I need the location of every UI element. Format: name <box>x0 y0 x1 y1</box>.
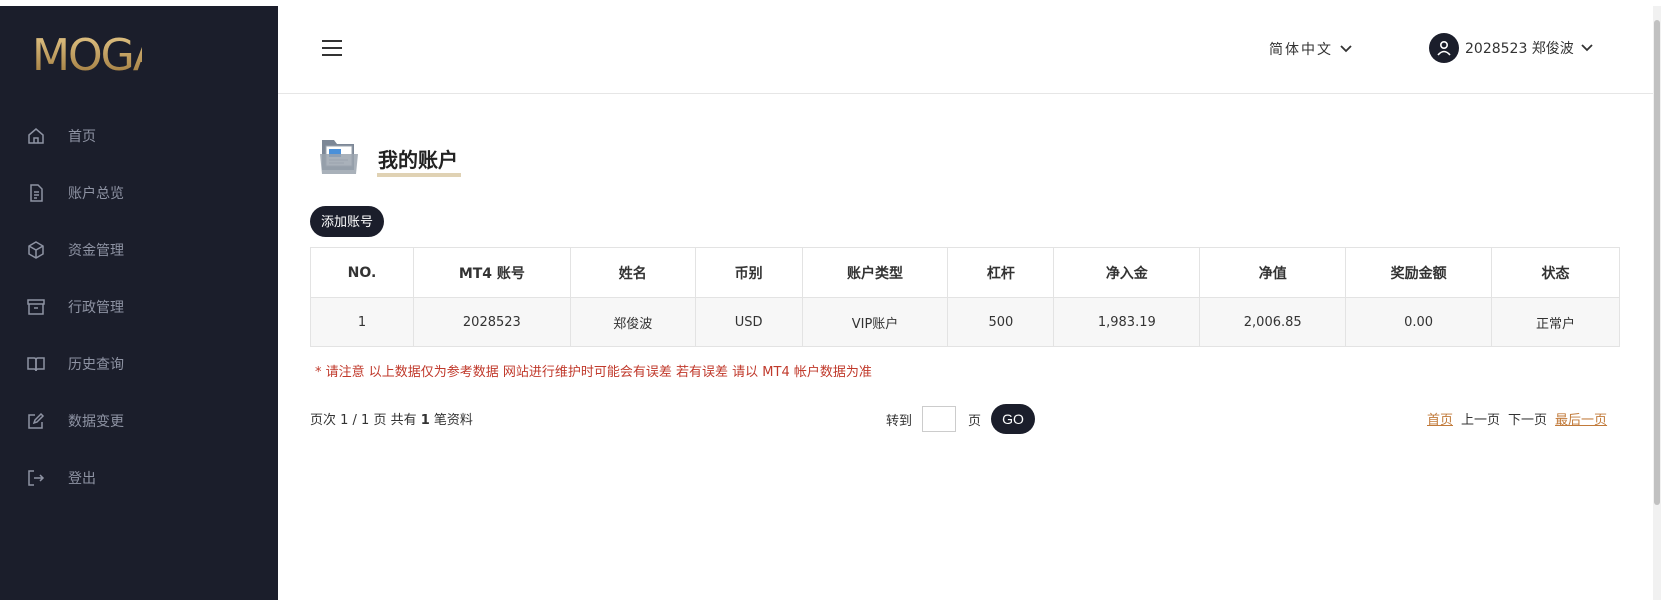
column-header: NO. <box>310 247 414 298</box>
table-cell: USD <box>694 297 803 347</box>
table-cell: 郑俊波 <box>569 297 696 347</box>
archive-icon <box>26 297 46 317</box>
document-icon <box>26 183 46 203</box>
pager-total: 1 <box>420 413 430 428</box>
first-page-link[interactable]: 首页 <box>1427 409 1453 428</box>
add-account-button[interactable]: 添加账号 <box>310 206 385 237</box>
pager-info-suffix: 笔资料 <box>433 413 473 428</box>
table-row: 1 2028523 郑俊波 USD VIP账户 500 1,983.19 2,0… <box>310 297 1620 347</box>
sidebar-item-data-change[interactable]: 数据变更 <box>0 401 278 441</box>
table-header-row: NO. MT4 账号 姓名 币别 账户类型 杠杆 净入金 净值 奖励金额 状态 <box>310 247 1620 298</box>
pager-info: 页次 1 / 1 页 共有 1 笔资料 <box>310 409 473 428</box>
column-header: 净入金 <box>1053 247 1201 298</box>
page-number-input[interactable] <box>922 406 957 432</box>
table-cell: 1,983.19 <box>1053 297 1201 347</box>
sidebar-item-label: 资金管理 <box>68 243 124 259</box>
sidebar-item-history[interactable]: 历史查询 <box>0 344 278 384</box>
sidebar-item-label: 行政管理 <box>68 300 124 316</box>
column-header: 姓名 <box>569 247 696 298</box>
home-icon <box>26 126 46 146</box>
title-underline <box>377 173 461 177</box>
sidebar-item-logout[interactable]: 登出 <box>0 458 278 498</box>
sidebar-item-label: 首页 <box>68 129 96 145</box>
goto-label: 转到 <box>886 413 913 429</box>
table-cell: 正常户 <box>1491 297 1620 347</box>
go-button[interactable]: GO <box>991 404 1036 434</box>
edit-icon <box>26 411 46 431</box>
disclaimer-note: * 请注意 以上数据仅为参考数据 网站进行维护时可能会有误差 若有误差 请以 M… <box>315 365 872 380</box>
moga-logo[interactable]: MOGA <box>32 28 165 81</box>
sidebar-item-label: 登出 <box>68 471 96 487</box>
table-cell: 2,006.85 <box>1199 297 1347 347</box>
scrollbar-thumb[interactable] <box>1654 20 1660 505</box>
sidebar-item-label: 数据变更 <box>68 414 124 430</box>
column-header: 状态 <box>1491 247 1620 298</box>
page-jump: 转到 页 GO <box>886 404 1036 434</box>
page-word: 页 <box>968 413 982 429</box>
top-header: 简体中文 2028523 郑俊波 <box>278 6 1653 94</box>
column-header: 杠杆 <box>947 247 1055 298</box>
user-avatar-icon <box>1429 33 1459 63</box>
column-header: 净值 <box>1199 247 1347 298</box>
table-cell: 500 <box>947 297 1055 347</box>
next-page-link[interactable]: 下一页 <box>1508 409 1547 428</box>
language-selector[interactable]: 简体中文 <box>1269 39 1353 59</box>
sidebar-item-account-overview[interactable]: 账户总览 <box>0 173 278 213</box>
menu-toggle-icon[interactable] <box>322 40 342 58</box>
table-cell: 2028523 <box>412 297 571 347</box>
cube-icon <box>26 240 46 260</box>
table-cell: 0.00 <box>1345 297 1493 347</box>
last-page-link[interactable]: 最后一页 <box>1555 409 1607 428</box>
pagination: 首页 上一页 下一页 最后一页 <box>1427 409 1607 428</box>
column-header: 账户类型 <box>801 247 949 298</box>
sidebar-item-label: 历史查询 <box>68 357 124 373</box>
book-icon <box>26 354 46 374</box>
column-header: 奖励金额 <box>1345 247 1493 298</box>
sidebar: MOGA 首页 账户总览 资金管理 行政管理 历史查询 数据变更 <box>0 6 278 600</box>
table-cell: 1 <box>310 297 414 347</box>
chevron-down-icon <box>1581 44 1593 52</box>
prev-page-link[interactable]: 上一页 <box>1461 409 1500 428</box>
column-header: MT4 账号 <box>412 247 571 298</box>
svg-text:MOGA: MOGA <box>32 30 142 78</box>
folder-icon <box>320 140 358 174</box>
user-menu[interactable]: 2028523 郑俊波 <box>1429 33 1594 63</box>
sidebar-item-funds[interactable]: 资金管理 <box>0 230 278 270</box>
page-title: 我的账户 <box>378 148 458 172</box>
chevron-down-icon <box>1340 45 1352 53</box>
user-name: 2028523 郑俊波 <box>1465 41 1574 57</box>
sidebar-item-admin[interactable]: 行政管理 <box>0 287 278 327</box>
accounts-table: NO. MT4 账号 姓名 币别 账户类型 杠杆 净入金 净值 奖励金额 状态 … <box>310 247 1620 347</box>
logout-icon <box>26 468 46 488</box>
page-title-icon-wrap <box>320 134 360 176</box>
pager-info-prefix: 页次 1 / 1 页 共有 <box>310 413 417 428</box>
language-label: 简体中文 <box>1269 42 1333 58</box>
column-header: 币别 <box>694 247 803 298</box>
sidebar-item-home[interactable]: 首页 <box>0 116 278 156</box>
table-cell: VIP账户 <box>801 297 949 347</box>
sidebar-item-label: 账户总览 <box>68 186 124 202</box>
